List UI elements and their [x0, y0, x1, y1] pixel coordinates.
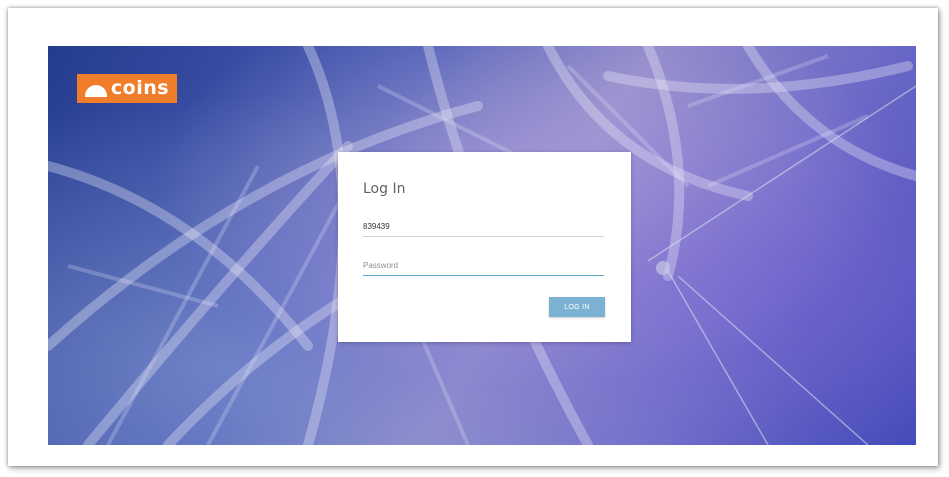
login-button[interactable]: LOG IN: [549, 297, 605, 317]
logo-dome-icon: [84, 84, 107, 97]
login-background: coins Log In LOG IN: [48, 46, 916, 445]
login-card: Log In LOG IN: [338, 152, 631, 342]
login-title: Log In: [363, 181, 406, 197]
password-input[interactable]: [363, 255, 604, 276]
username-input[interactable]: [363, 216, 604, 237]
coins-logo: coins: [77, 74, 177, 103]
screenshot-frame: coins Log In LOG IN: [8, 8, 938, 466]
logo-wordmark: coins: [110, 77, 170, 99]
